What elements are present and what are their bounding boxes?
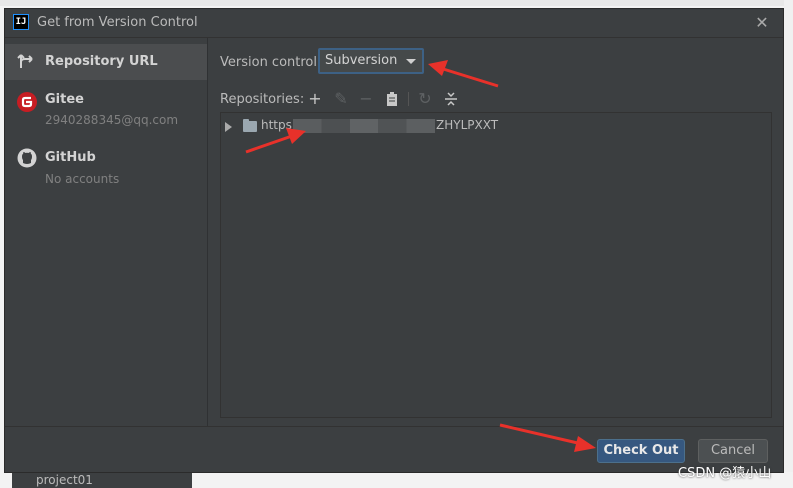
annotation-arrow (428, 60, 499, 88)
watermark: CSDN @猿小山 (678, 466, 772, 481)
annotation-arrows (245, 60, 596, 452)
annotation-arrow (245, 128, 306, 154)
annotation-arrow (499, 423, 596, 452)
